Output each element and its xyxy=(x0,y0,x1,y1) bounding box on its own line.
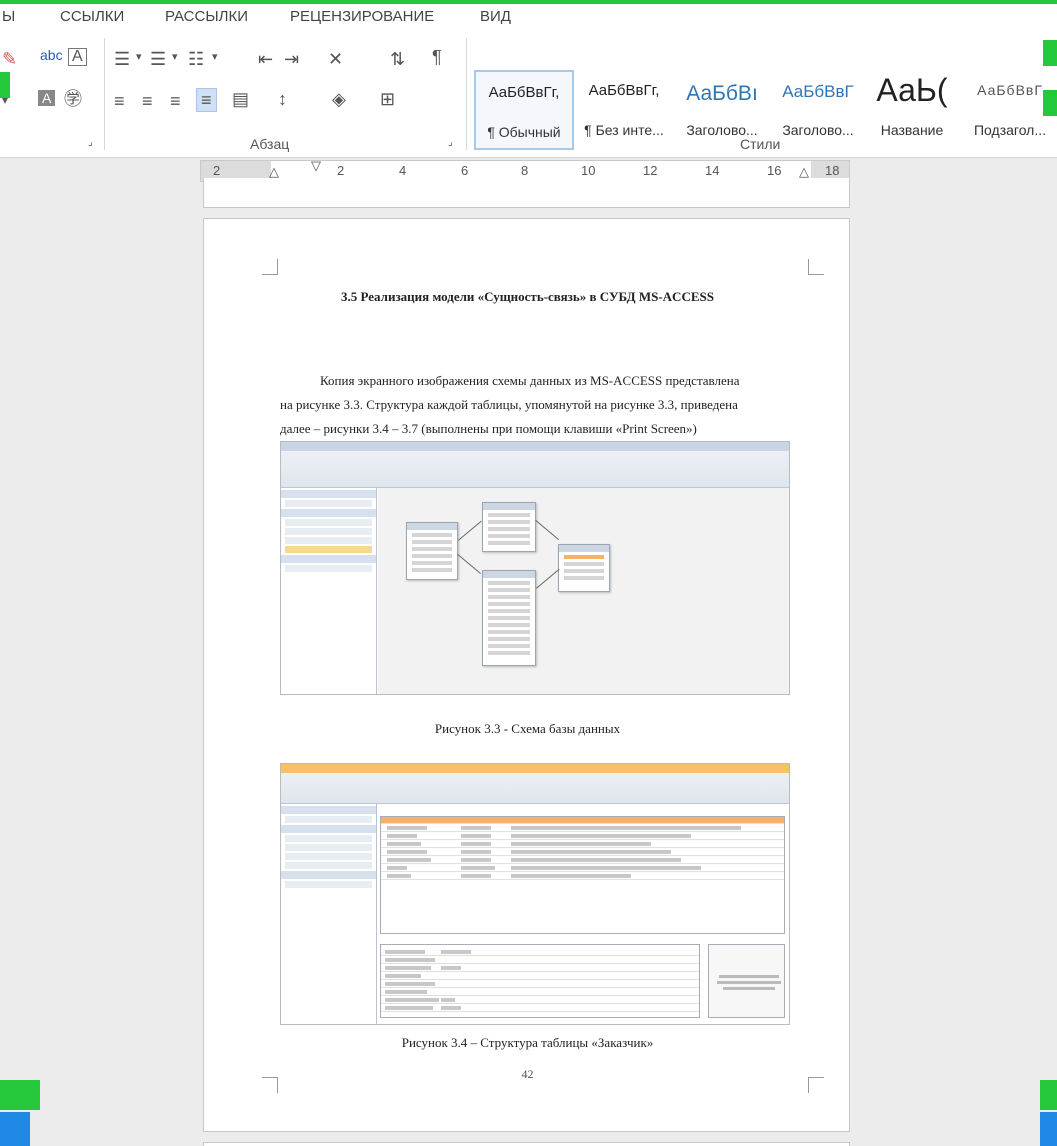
access-ribbon xyxy=(281,764,789,804)
margin-corner xyxy=(808,259,824,275)
align-left-icon[interactable]: ≡ xyxy=(114,92,125,110)
tab-references[interactable]: ССЫЛКИ xyxy=(60,8,124,25)
style-no-spacing[interactable]: АаБбВвГг, ¶ Без инте... xyxy=(574,70,674,150)
chevron-down-icon[interactable]: ▾ xyxy=(172,52,178,63)
ruler-label: 12 xyxy=(643,163,658,178)
margin-corner xyxy=(808,1077,824,1093)
first-line-indent-icon[interactable]: ▽ xyxy=(311,159,321,172)
ruler-label: 4 xyxy=(399,163,407,178)
bullets-icon[interactable]: ☰ xyxy=(114,50,130,68)
dialog-launcher-icon[interactable]: ⌟ xyxy=(448,138,453,148)
group-label-styles: Стили xyxy=(740,136,781,152)
ruler-label: 10 xyxy=(581,163,596,178)
chevron-down-icon[interactable]: ▾ xyxy=(212,52,218,63)
chevron-down-icon[interactable]: ▾ xyxy=(136,52,142,63)
justify-icon[interactable]: ≡ xyxy=(196,88,217,112)
tab-view[interactable]: ВИД xyxy=(480,8,511,25)
eraser-icon[interactable]: ✎ xyxy=(2,50,17,68)
group-label-paragraph: Абзац xyxy=(250,136,290,152)
ruler-label: 14 xyxy=(705,163,720,178)
separator xyxy=(104,38,105,150)
line-spacing-icon[interactable]: ↕ xyxy=(278,90,287,108)
align-right-icon[interactable]: ≡ xyxy=(170,92,181,110)
page-number: 42 xyxy=(521,1067,534,1081)
ruler-label: 2 xyxy=(213,163,221,178)
figure-table-structure-image xyxy=(280,763,790,1025)
dialog-launcher-icon[interactable]: ⌟ xyxy=(88,138,93,148)
next-page xyxy=(203,1142,850,1146)
ribbon: ✎ abc A ▾ A ㊫ ⌟ ☰ ▾ ☰ ▾ ☷ ▾ ⇤ ⇥ ✕ ⇅ ¶ ≡ … xyxy=(0,30,1057,158)
tab-review[interactable]: РЕЦЕНЗИРОВАНИЕ xyxy=(290,8,434,25)
style-normal[interactable]: АаБбВвГг, ¶ Обычный xyxy=(474,70,574,150)
text-box-icon[interactable]: A xyxy=(68,48,87,66)
ruler-label: 8 xyxy=(521,163,529,178)
access-relationship-canvas xyxy=(378,488,789,694)
pilcrow-icon[interactable]: ¶ xyxy=(432,48,442,66)
left-indent-marker-icon[interactable]: △ xyxy=(269,165,279,178)
access-nav-pane xyxy=(281,488,377,694)
spelling-icon[interactable]: abc xyxy=(40,48,63,62)
previous-page xyxy=(203,178,850,208)
paragraph-line: далее – рисунки 3.4 – 3.7 (выполнены при… xyxy=(280,421,697,436)
numbering-icon[interactable]: ☰ xyxy=(150,50,166,68)
borders-icon[interactable]: ⊞ xyxy=(380,90,395,108)
enclose-char-icon[interactable]: ㊫ xyxy=(64,90,82,108)
ribbon-tab-bar: Ы ССЫЛКИ РАССЫЛКИ РЕЦЕНЗИРОВАНИЕ ВИД xyxy=(0,0,1057,30)
figure-schema-image xyxy=(280,441,790,695)
figure-caption: Рисунок 3.3 - Схема базы данных xyxy=(434,721,621,736)
access-nav-pane xyxy=(281,804,377,1024)
decor-bar xyxy=(1040,1112,1057,1146)
align-center-icon[interactable]: ≡ xyxy=(142,92,153,110)
distributed-icon[interactable]: ▤ xyxy=(232,90,249,108)
shading-icon[interactable]: ◈ xyxy=(332,90,346,108)
margin-corner xyxy=(262,259,278,275)
decor-bar xyxy=(1043,40,1057,66)
decor-bar xyxy=(0,72,10,98)
decor-bar xyxy=(1043,90,1057,116)
section-heading: 3.5 Реализация модели «Сущность-связь» в… xyxy=(341,289,714,304)
body-paragraph: Копия экранного изображения схемы данных… xyxy=(280,369,800,441)
decrease-indent-icon[interactable]: ⇤ xyxy=(258,50,273,68)
sort-icon[interactable]: ⇅ xyxy=(390,50,405,68)
tab-partial[interactable]: Ы xyxy=(2,8,15,25)
property-help xyxy=(708,944,785,1018)
tab-mailings[interactable]: РАССЫЛКИ xyxy=(165,8,248,25)
ruler-label: 16 xyxy=(767,163,782,178)
style-title[interactable]: АаЬ( Название xyxy=(862,70,962,150)
style-heading-2[interactable]: АаБбВвГ Заголово... xyxy=(768,70,868,150)
decor-bar xyxy=(0,1112,30,1146)
right-indent-marker-icon[interactable]: △ xyxy=(799,165,809,178)
ruler-label: 18 xyxy=(825,163,840,178)
margin-corner xyxy=(262,1077,278,1093)
figure-caption: Рисунок 3.4 – Структура таблицы «Заказчи… xyxy=(401,1035,654,1050)
separator xyxy=(466,38,467,150)
decor-bar xyxy=(0,1080,40,1110)
paragraph-line: на рисунке 3.3. Структура каждой таблицы… xyxy=(280,397,738,412)
highlight-icon[interactable]: A xyxy=(38,90,56,106)
document-page[interactable]: 3.5 Реализация модели «Сущность-связь» в… xyxy=(203,218,850,1132)
ruler-label: 2 xyxy=(337,163,345,178)
field-grid xyxy=(380,816,785,934)
sort-direction-icon[interactable]: ✕ xyxy=(328,50,343,68)
field-properties xyxy=(380,944,700,1018)
increase-indent-icon[interactable]: ⇥ xyxy=(284,50,299,68)
multilevel-list-icon[interactable]: ☷ xyxy=(188,50,204,68)
ruler-label: 6 xyxy=(461,163,469,178)
access-ribbon xyxy=(281,442,789,488)
access-design-view xyxy=(378,804,789,1024)
paragraph-line: Копия экранного изображения схемы данных… xyxy=(320,373,740,388)
decor-bar xyxy=(1040,1080,1057,1110)
